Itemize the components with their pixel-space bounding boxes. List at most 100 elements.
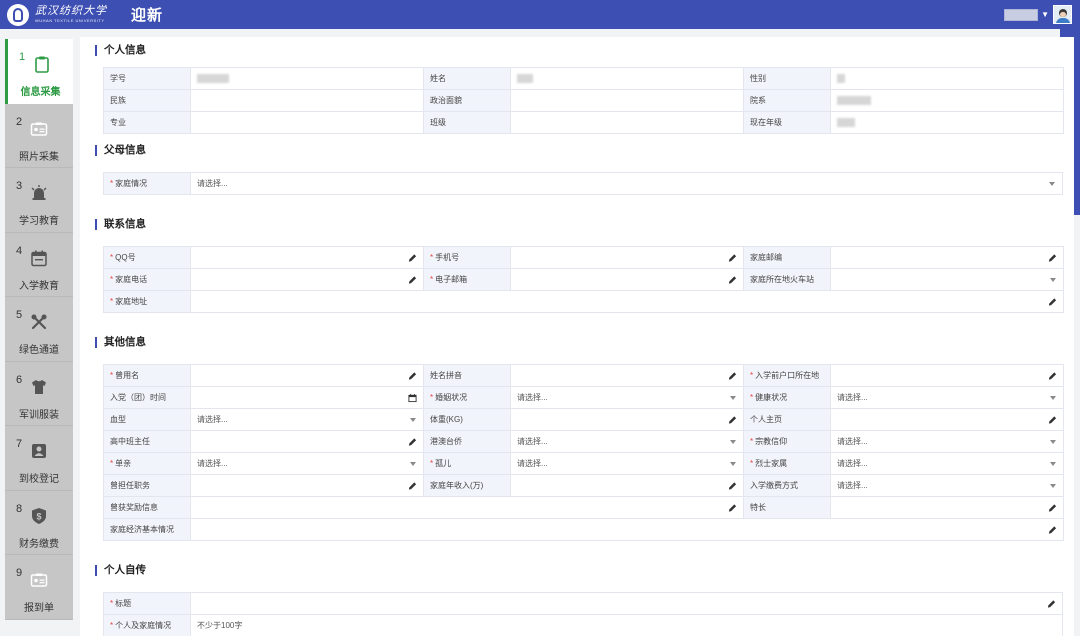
religion-select[interactable]: 请选择...	[830, 430, 1064, 453]
step-finance-payment[interactable]: 8 $ 财务缴费	[5, 490, 73, 555]
weight-input[interactable]	[510, 408, 744, 431]
value-major	[190, 111, 424, 134]
user-name-redacted[interactable]	[1004, 8, 1039, 21]
autobiography-table: * 标题 * 个人及家庭情况 不少于100字	[103, 592, 1063, 636]
homepage-input[interactable]	[830, 408, 1064, 431]
label-fee-method: 入学缴费方式	[743, 474, 831, 497]
email-input[interactable]	[510, 268, 744, 291]
caret-down-icon[interactable]: ▼	[1041, 10, 1049, 19]
section-title-autobiography: 个人自传	[95, 565, 146, 576]
address-input[interactable]	[190, 290, 1064, 313]
step-number: 7	[16, 438, 23, 450]
chevron-down-icon	[410, 417, 416, 422]
label-party-date: 入党（团）时间	[103, 386, 191, 409]
clipboard-icon	[35, 56, 49, 73]
step-report-form[interactable]: 9 报到单	[5, 555, 73, 620]
id-card-icon	[30, 122, 48, 136]
value-department	[830, 89, 1064, 112]
step-photo-collection[interactable]: 2 照片采集	[5, 103, 73, 168]
label-autobiography-title: * 标题	[103, 592, 191, 615]
step-enrollment-education[interactable]: 4 入学教育	[5, 232, 73, 297]
user-menu[interactable]: ▼	[1004, 5, 1072, 24]
step-study-education[interactable]: 3 学习教育	[5, 168, 73, 233]
label-marital: * 婚姻状况	[423, 386, 511, 409]
app-title: 迎新	[131, 7, 164, 24]
step-military-uniform[interactable]: 6 军训服装	[5, 361, 73, 426]
hukou-input[interactable]	[830, 364, 1064, 387]
parents-info-table: * 家庭情况 请选择...	[103, 172, 1063, 195]
step-label: 到校登记	[19, 474, 59, 485]
orphan-select[interactable]: 请选择...	[510, 452, 744, 475]
avatar[interactable]	[1053, 5, 1072, 24]
pencil-icon	[408, 253, 417, 262]
label-politics: 政治面貌	[423, 89, 511, 112]
hs-teacher-input[interactable]	[190, 430, 424, 453]
mobile-input[interactable]	[510, 246, 744, 269]
label-class: 班级	[423, 111, 511, 134]
economy-input[interactable]	[190, 518, 1064, 541]
martyr-select[interactable]: 请选择...	[830, 452, 1064, 475]
svg-text:$: $	[36, 511, 41, 521]
home-phone-input[interactable]	[190, 268, 424, 291]
value-name	[510, 67, 744, 90]
step-number: 5	[16, 309, 23, 321]
station-select[interactable]	[830, 268, 1064, 291]
party-date-input[interactable]	[190, 386, 424, 409]
label-ethnicity: 民族	[103, 89, 191, 112]
money-shield-icon: $	[32, 507, 46, 524]
chevron-down-icon	[1049, 181, 1055, 186]
chevron-down-icon	[730, 395, 736, 400]
label-positions: 曾担任职务	[103, 474, 191, 497]
step-number: 8	[16, 502, 23, 515]
former-name-input[interactable]	[190, 364, 424, 387]
label-income: 家庭年收入(万)	[423, 474, 511, 497]
chevron-down-icon	[1050, 439, 1056, 444]
step-number: 9	[16, 567, 23, 579]
label-postcode: 家庭邮编	[743, 246, 831, 269]
pencil-icon	[408, 275, 417, 284]
label-religion: * 宗教信仰	[743, 430, 831, 453]
specialty-input[interactable]	[830, 496, 1064, 519]
chevron-down-icon	[1050, 395, 1056, 400]
label-pinyin: 姓名拼音	[423, 364, 511, 387]
label-station: 家庭所在地火车站	[743, 268, 831, 291]
pinyin-input[interactable]	[510, 364, 744, 387]
step-arrival-registration[interactable]: 7 到校登记	[5, 426, 73, 491]
label-martyr: * 烈士家属	[743, 452, 831, 475]
label-gender: 性别	[743, 67, 831, 90]
step-green-channel[interactable]: 5 绿色通道	[5, 297, 73, 362]
postcode-input[interactable]	[830, 246, 1064, 269]
label-email: * 电子邮箱	[423, 268, 511, 291]
blood-select[interactable]: 请选择...	[190, 408, 424, 431]
health-select[interactable]: 请选择...	[830, 386, 1064, 409]
pencil-icon	[408, 437, 417, 446]
income-input[interactable]	[510, 474, 744, 497]
step-label: 绿色通道	[19, 345, 59, 356]
qq-input[interactable]	[190, 246, 424, 269]
label-name: 姓名	[423, 67, 511, 90]
autobiography-family-textarea[interactable]: 不少于100字	[190, 614, 1063, 636]
step-sidebar: 1 信息采集 2 照片采集 3 学习教育 4 入学教育 5 绿色通道 6 军训服…	[5, 39, 73, 620]
autobiography-title-input[interactable]	[190, 592, 1063, 615]
label-qq: * QQ号	[103, 246, 191, 269]
awards-input[interactable]	[190, 496, 744, 519]
step-number: 6	[16, 373, 23, 386]
label-blood: 血型	[103, 408, 191, 431]
calendar-icon	[31, 250, 47, 266]
chevron-down-icon	[1050, 461, 1056, 466]
single-parent-select[interactable]: 请选择...	[190, 452, 424, 475]
positions-input[interactable]	[190, 474, 424, 497]
step-label: 照片采集	[19, 151, 59, 163]
hmt-select[interactable]: 请选择...	[510, 430, 744, 453]
step-info-collection[interactable]: 1 信息采集	[5, 39, 73, 104]
marital-select[interactable]: 请选择...	[510, 386, 744, 409]
family-status-select[interactable]: 请选择...	[190, 172, 1063, 195]
chevron-down-icon	[1050, 483, 1056, 488]
label-homepage: 个人主页	[743, 408, 831, 431]
fee-method-select[interactable]: 请选择...	[830, 474, 1064, 497]
value-ethnicity	[190, 89, 424, 112]
label-autobiography-family: * 个人及家庭情况	[103, 614, 191, 636]
pencil-icon	[1047, 599, 1056, 608]
logo-name-en: WUHAN TEXTILE UNIVERSITY	[35, 18, 105, 23]
label-weight: 体重(KG)	[423, 408, 511, 431]
